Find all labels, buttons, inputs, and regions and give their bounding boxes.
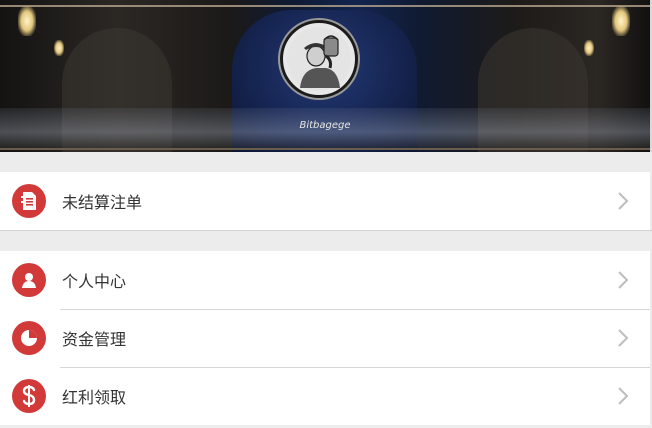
section-spacer xyxy=(0,230,652,251)
dollar-icon xyxy=(12,379,46,413)
chevron-right-icon xyxy=(608,381,638,411)
menu-group-account: 个人中心 资金管理 红利领取 xyxy=(0,251,650,425)
lamp-right xyxy=(612,6,630,36)
banner-bottom-line xyxy=(0,148,650,150)
logo-caption: Bitbagege xyxy=(299,120,351,131)
chevron-right-icon xyxy=(608,265,638,295)
menu-item-bonus-claim[interactable]: 红利领取 xyxy=(0,367,650,425)
brand-logo xyxy=(280,20,358,98)
menu-item-label: 未结算注单 xyxy=(62,193,143,212)
banner-top-line xyxy=(0,5,650,7)
chevron-right-icon xyxy=(608,186,638,216)
chevron-right-icon xyxy=(608,323,638,353)
farmer-logo-icon xyxy=(287,27,351,91)
lamp-left xyxy=(18,6,36,36)
user-icon xyxy=(12,263,46,297)
menu-item-personal-center[interactable]: 个人中心 xyxy=(0,251,650,309)
lamp-right-small xyxy=(584,40,594,56)
section-spacer xyxy=(0,152,652,172)
header-banner: Bitbagege xyxy=(0,0,652,152)
pie-chart-icon xyxy=(12,321,46,355)
menu-item-label: 个人中心 xyxy=(62,272,127,291)
menu-item-fund-management[interactable]: 资金管理 xyxy=(0,309,650,367)
menu-item-label: 红利领取 xyxy=(62,388,127,407)
document-icon xyxy=(12,184,46,218)
lamp-left-small xyxy=(54,40,64,56)
menu-item-label: 资金管理 xyxy=(62,330,127,349)
menu-group-bets: 未结算注单 xyxy=(0,172,650,230)
menu-item-unsettled-bets[interactable]: 未结算注单 xyxy=(0,172,650,230)
